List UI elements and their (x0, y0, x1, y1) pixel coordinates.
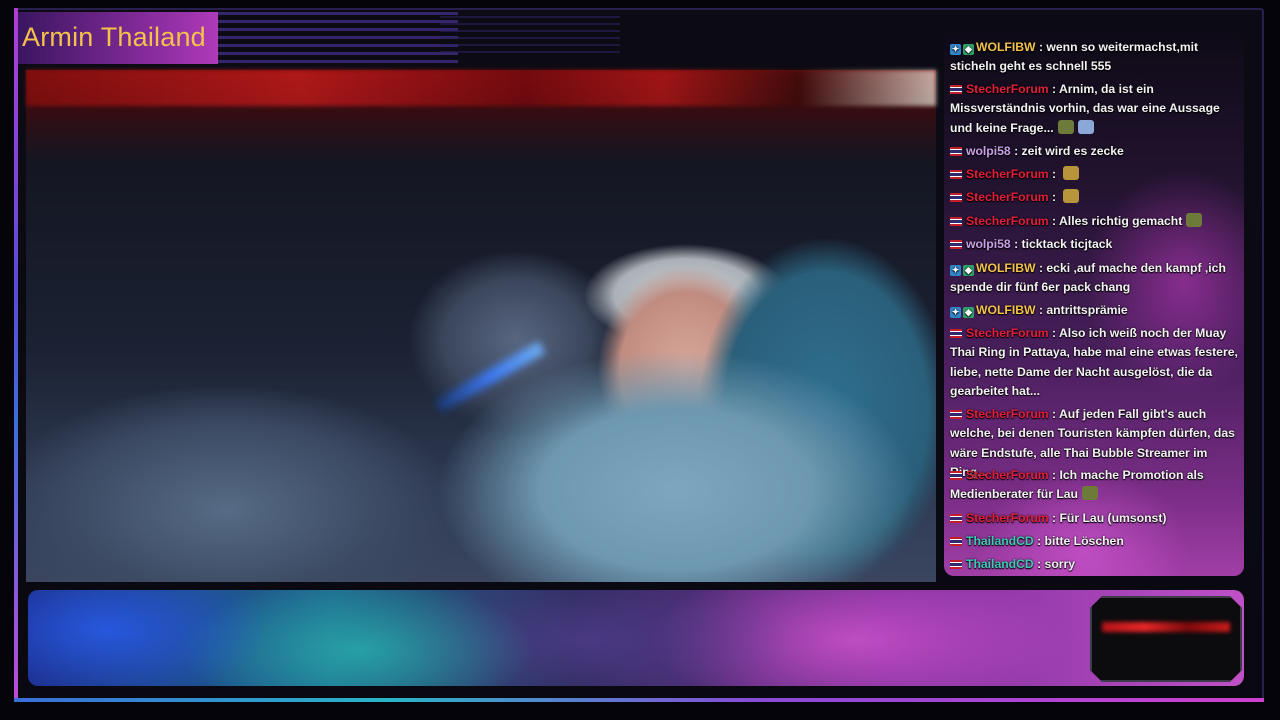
thai-flag-icon (950, 217, 962, 226)
chat-username[interactable]: wolpi58 (966, 237, 1011, 251)
chat-username[interactable]: StecherForum (966, 82, 1049, 96)
thai-flag-icon (950, 514, 962, 523)
chat-message: StecherForum : Ich mache Promotion als M… (950, 466, 1242, 505)
chat-message: wolpi58 : zeit wird es zecke (950, 142, 1242, 161)
chat-text: : (1048, 167, 1060, 181)
chat-message: StecherForum : (950, 165, 1242, 184)
chat-text: : sorry (1033, 557, 1076, 571)
chat-username[interactable]: ThailandCD (966, 534, 1034, 548)
chat-username[interactable]: StecherForum (966, 407, 1049, 421)
chat-message: StecherForum : Also ich weiß noch der Mu… (950, 324, 1242, 402)
chat-message: StecherForum : (950, 188, 1242, 207)
prime-badge-icon: ✦ (950, 44, 961, 55)
sub-badge-icon: ◆ (963, 44, 974, 55)
green-car-emote-icon (1082, 486, 1098, 501)
chat-message: ThailandCD : bitte Löschen (950, 532, 1242, 551)
chat-text: : (1048, 190, 1060, 204)
gold-emote-icon (1063, 166, 1080, 180)
thai-flag-icon (950, 240, 962, 249)
chat-message: ThailandCD : sorry (950, 555, 1242, 574)
chat-username[interactable]: wolpi58 (966, 144, 1011, 158)
overlay-left-edge (14, 8, 18, 702)
overlay-bottom-edge (14, 698, 1264, 702)
mini-screen-panel (1090, 596, 1242, 682)
chat-message: ✦ ◆ WOLFIBW : antrittsprämie (950, 301, 1242, 320)
prime-badge-icon: ✦ (950, 307, 961, 318)
chat-username[interactable]: ThailandCD (966, 557, 1034, 571)
chat-message: StecherForum : Alles richtig gemacht (950, 212, 1242, 231)
chat-username[interactable]: StecherForum (966, 167, 1049, 181)
title-scanlines-faint (440, 16, 620, 56)
webcam-video[interactable] (26, 70, 936, 582)
thai-flag-icon (950, 329, 962, 338)
mini-screen-glow (1102, 622, 1230, 632)
gold-emote-icon (1063, 189, 1080, 203)
chat-username[interactable]: StecherForum (966, 511, 1049, 525)
chat-message: StecherForum : Für Lau (umsonst) (950, 509, 1242, 528)
chat-message: StecherForum : Arnim, da ist ein Missver… (950, 80, 1242, 138)
webcam-background-light (26, 70, 936, 106)
thai-flag-icon (950, 193, 962, 202)
chat-panel[interactable]: ✦ ◆ WOLFIBW : wenn so weitermachst,mit sti… (944, 32, 1244, 576)
chat-message: ✦ ◆ WOLFIBW : wenn so weitermachst,mit sti… (950, 38, 1242, 77)
chat-username[interactable]: WOLFIBW (976, 261, 1036, 275)
chat-text: : bitte Löschen (1033, 534, 1124, 548)
chat-username[interactable]: StecherForum (966, 468, 1049, 482)
blue-emote-icon (1077, 119, 1094, 134)
thai-flag-icon (950, 170, 962, 179)
thai-flag-icon (950, 410, 962, 419)
prime-badge-icon: ✦ (950, 265, 961, 276)
chat-text: : Für Lau (umsonst) (1048, 511, 1167, 525)
chat-username[interactable]: StecherForum (966, 326, 1049, 340)
stream-title: Armin Thailand (22, 22, 206, 52)
green-car-emote-icon (1186, 213, 1203, 227)
thai-flag-icon (950, 537, 962, 546)
chat-message: wolpi58 : ticktack ticjtack (950, 235, 1242, 254)
thai-flag-icon (950, 471, 962, 480)
chat-username[interactable]: StecherForum (966, 190, 1049, 204)
thai-flag-icon (950, 560, 962, 569)
chat-message: ✦ ◆ WOLFIBW : ecki ,auf mache den kampf ,i… (950, 259, 1242, 298)
chat-text: : ticktack ticjtack (1010, 237, 1113, 251)
sub-badge-icon: ◆ (963, 265, 974, 276)
chat-text: : Alles richtig gemacht (1048, 214, 1183, 228)
title-scanlines (218, 12, 458, 64)
thai-flag-icon (950, 85, 962, 94)
green-car-emote-icon (1057, 119, 1074, 134)
bottom-banner (28, 590, 1244, 686)
chat-username[interactable]: WOLFIBW (976, 40, 1036, 54)
chat-text: : antrittsprämie (1035, 303, 1128, 317)
chat-username[interactable]: WOLFIBW (976, 303, 1036, 317)
sub-badge-icon: ◆ (963, 307, 974, 318)
chat-username[interactable]: StecherForum (966, 214, 1049, 228)
thai-flag-icon (950, 147, 962, 156)
chat-text: : zeit wird es zecke (1010, 144, 1124, 158)
